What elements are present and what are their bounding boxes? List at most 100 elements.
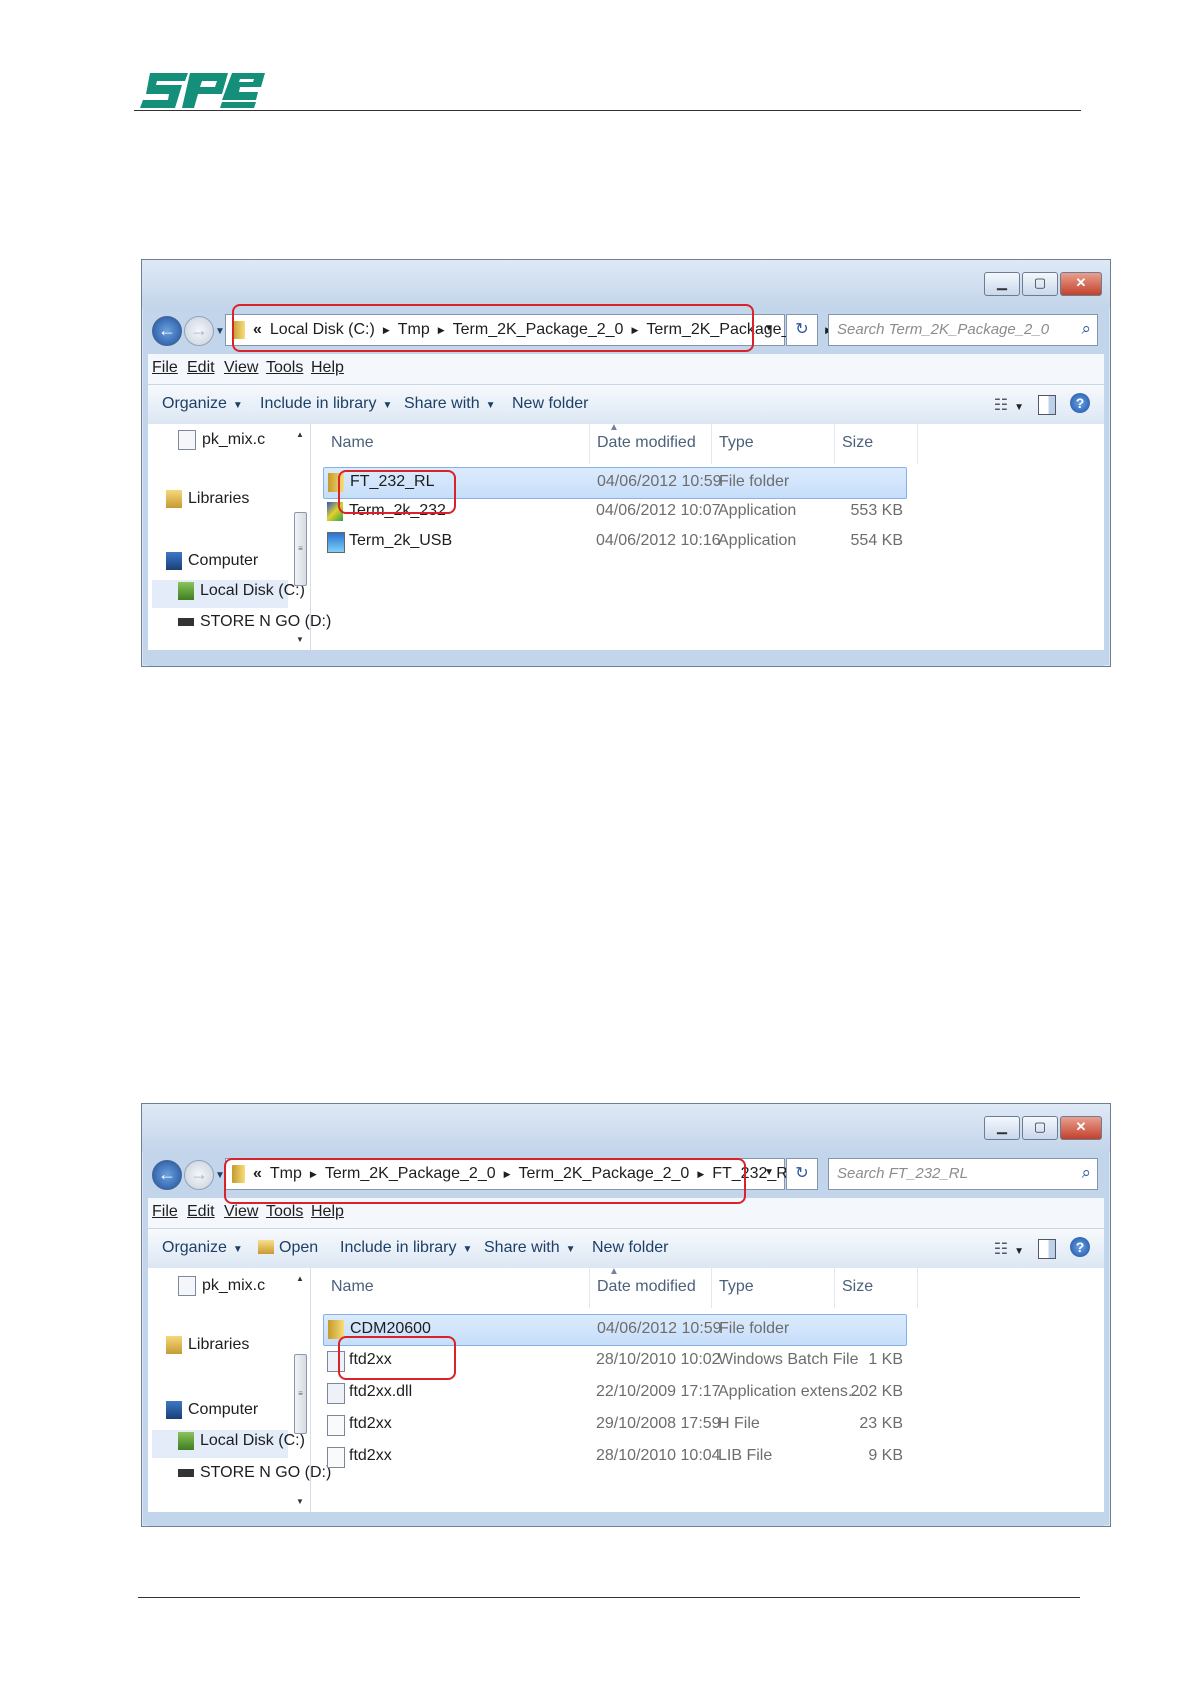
search-icon[interactable]: ⌕ [1081,1163,1091,1183]
address-dropdown-icon[interactable]: ▼ [764,323,774,334]
navigation-pane: pk_mix.c Libraries Computer Local Disk (… [148,1268,331,1512]
libraries-icon [166,490,182,508]
menu-view[interactable]: View [224,359,258,377]
menu-tools[interactable]: Tools [266,1203,303,1221]
window-bottom-frame [148,654,1104,666]
file-name: ftd2xx [349,1415,392,1432]
file-row[interactable]: ftd2xx.dll 22/10/2009 17:17 Application … [323,1378,905,1408]
forward-button[interactable]: → [184,1160,214,1190]
dropdown-arrow-icon: ▼ [485,400,496,411]
nav-item-computer[interactable]: Computer [166,552,258,570]
nav-item-store-n-go[interactable]: STORE N GO (D:) [178,1464,331,1482]
nav-item-libraries[interactable]: Libraries [166,490,249,508]
change-view-icon[interactable]: ☷ ▼ [994,395,1024,415]
nav-item-computer[interactable]: Computer [166,1401,258,1419]
search-placeholder[interactable]: Search Term_2K_Package_2_0 [837,321,1049,338]
nav-item-pk-mix[interactable]: pk_mix.c [178,1276,265,1296]
column-date-modified[interactable]: Date modified [597,434,696,452]
nav-item-pk-mix[interactable]: pk_mix.c [178,430,265,450]
recent-pages-dropdown-icon[interactable]: ▼ [215,326,225,337]
file-date: 28/10/2010 10:04 [596,1447,721,1464]
new-folder-button[interactable]: New folder [512,395,588,413]
column-size[interactable]: Size [842,434,873,452]
search-icon[interactable]: ⌕ [1081,319,1091,339]
file-row[interactable]: ftd2xx 28/10/2010 10:04 LIB File 9 KB [323,1442,905,1472]
header-rule [134,110,1081,111]
menu-file[interactable]: File [152,1203,178,1221]
menu-edit[interactable]: Edit [187,1203,215,1221]
organize-button[interactable]: Organize ▼ [162,395,243,413]
address-dropdown-icon[interactable]: ▼ [764,1167,774,1178]
column-size[interactable]: Size [842,1278,873,1296]
scroll-thumb[interactable]: ≡ [294,1354,307,1434]
forward-button[interactable]: → [184,316,214,346]
footer-rule [138,1597,1080,1598]
menu-view[interactable]: View [224,1203,258,1221]
column-type[interactable]: Type [719,1278,754,1296]
content-area: pk_mix.c Libraries Computer Local Disk (… [148,422,1104,650]
computer-icon [166,1401,182,1419]
dropdown-arrow-icon: ▼ [565,1244,576,1255]
include-in-library-button[interactable]: Include in library ▼ [340,1239,472,1257]
menu-help[interactable]: Help [311,1203,344,1221]
scroll-up-icon[interactable]: ▲ [292,1274,308,1283]
back-button[interactable]: ← [152,1160,182,1190]
scroll-down-icon[interactable]: ▼ [292,635,308,644]
scroll-thumb[interactable]: ≡ [294,512,307,586]
nav-item-store-n-go[interactable]: STORE N GO (D:) [178,613,331,631]
search-placeholder[interactable]: Search FT_232_RL [837,1165,968,1182]
file-name: Term_2k_USB [349,532,453,549]
organize-button[interactable]: Organize ▼ [162,1239,243,1257]
minimize-button[interactable]: ▁ [984,272,1020,296]
nav-scrollbar[interactable]: ▲ ≡ ▼ [292,430,308,644]
file-row[interactable]: Term_2k_USB 04/06/2012 10:16 Application… [323,527,905,557]
column-divider[interactable] [711,424,712,464]
close-button[interactable]: ✕ [1060,1116,1102,1140]
refresh-icon[interactable]: ↻ [786,314,818,346]
new-folder-button[interactable]: New folder [592,1239,668,1257]
title-bar: ▁ ▢ ✕ [142,1104,1110,1152]
help-icon[interactable]: ? [1070,1237,1090,1257]
open-button[interactable]: Open [258,1239,318,1257]
file-row[interactable]: ftd2xx 29/10/2008 17:59 H File 23 KB [323,1410,905,1440]
close-button[interactable]: ✕ [1060,272,1102,296]
menu-edit[interactable]: Edit [187,359,215,377]
preview-pane-icon[interactable] [1038,395,1056,415]
h-file-icon [327,1415,345,1436]
nav-item-local-disk[interactable]: Local Disk (C:) [178,1432,305,1450]
menu-file[interactable]: File [152,359,178,377]
nav-item-libraries[interactable]: Libraries [166,1336,249,1354]
column-type[interactable]: Type [719,434,754,452]
preview-pane-icon[interactable] [1038,1239,1056,1259]
column-divider[interactable] [834,1268,835,1308]
maximize-button[interactable]: ▢ [1022,1116,1058,1140]
column-divider[interactable] [589,424,590,464]
search-box[interactable]: Search Term_2K_Package_2_0 ⌕ [828,314,1098,346]
share-with-button[interactable]: Share with ▼ [404,395,496,413]
change-view-icon[interactable]: ☷ ▼ [994,1239,1024,1259]
help-icon[interactable]: ? [1070,393,1090,413]
search-box[interactable]: Search FT_232_RL ⌕ [828,1158,1098,1190]
share-with-button[interactable]: Share with ▼ [484,1239,576,1257]
column-divider[interactable] [711,1268,712,1308]
column-divider[interactable] [834,424,835,464]
refresh-icon[interactable]: ↻ [786,1158,818,1190]
scroll-down-icon[interactable]: ▼ [292,1497,308,1506]
minimize-button[interactable]: ▁ [984,1116,1020,1140]
scroll-up-icon[interactable]: ▲ [292,430,308,439]
column-divider[interactable] [917,1268,918,1308]
column-date-modified[interactable]: Date modified [597,1278,696,1296]
back-button[interactable]: ← [152,316,182,346]
column-headers: ▲ Name Date modified Type Size [311,422,1104,464]
include-in-library-button[interactable]: Include in library ▼ [260,395,392,413]
column-divider[interactable] [589,1268,590,1308]
menu-help[interactable]: Help [311,359,344,377]
column-name[interactable]: Name [331,1278,374,1296]
maximize-button[interactable]: ▢ [1022,272,1058,296]
navigation-pane: pk_mix.c Libraries Computer Local Disk (… [148,424,331,650]
column-name[interactable]: Name [331,434,374,452]
nav-scrollbar[interactable]: ▲ ≡ ▼ [292,1274,308,1506]
nav-item-local-disk[interactable]: Local Disk (C:) [178,582,305,600]
menu-tools[interactable]: Tools [266,359,303,377]
column-divider[interactable] [917,424,918,464]
